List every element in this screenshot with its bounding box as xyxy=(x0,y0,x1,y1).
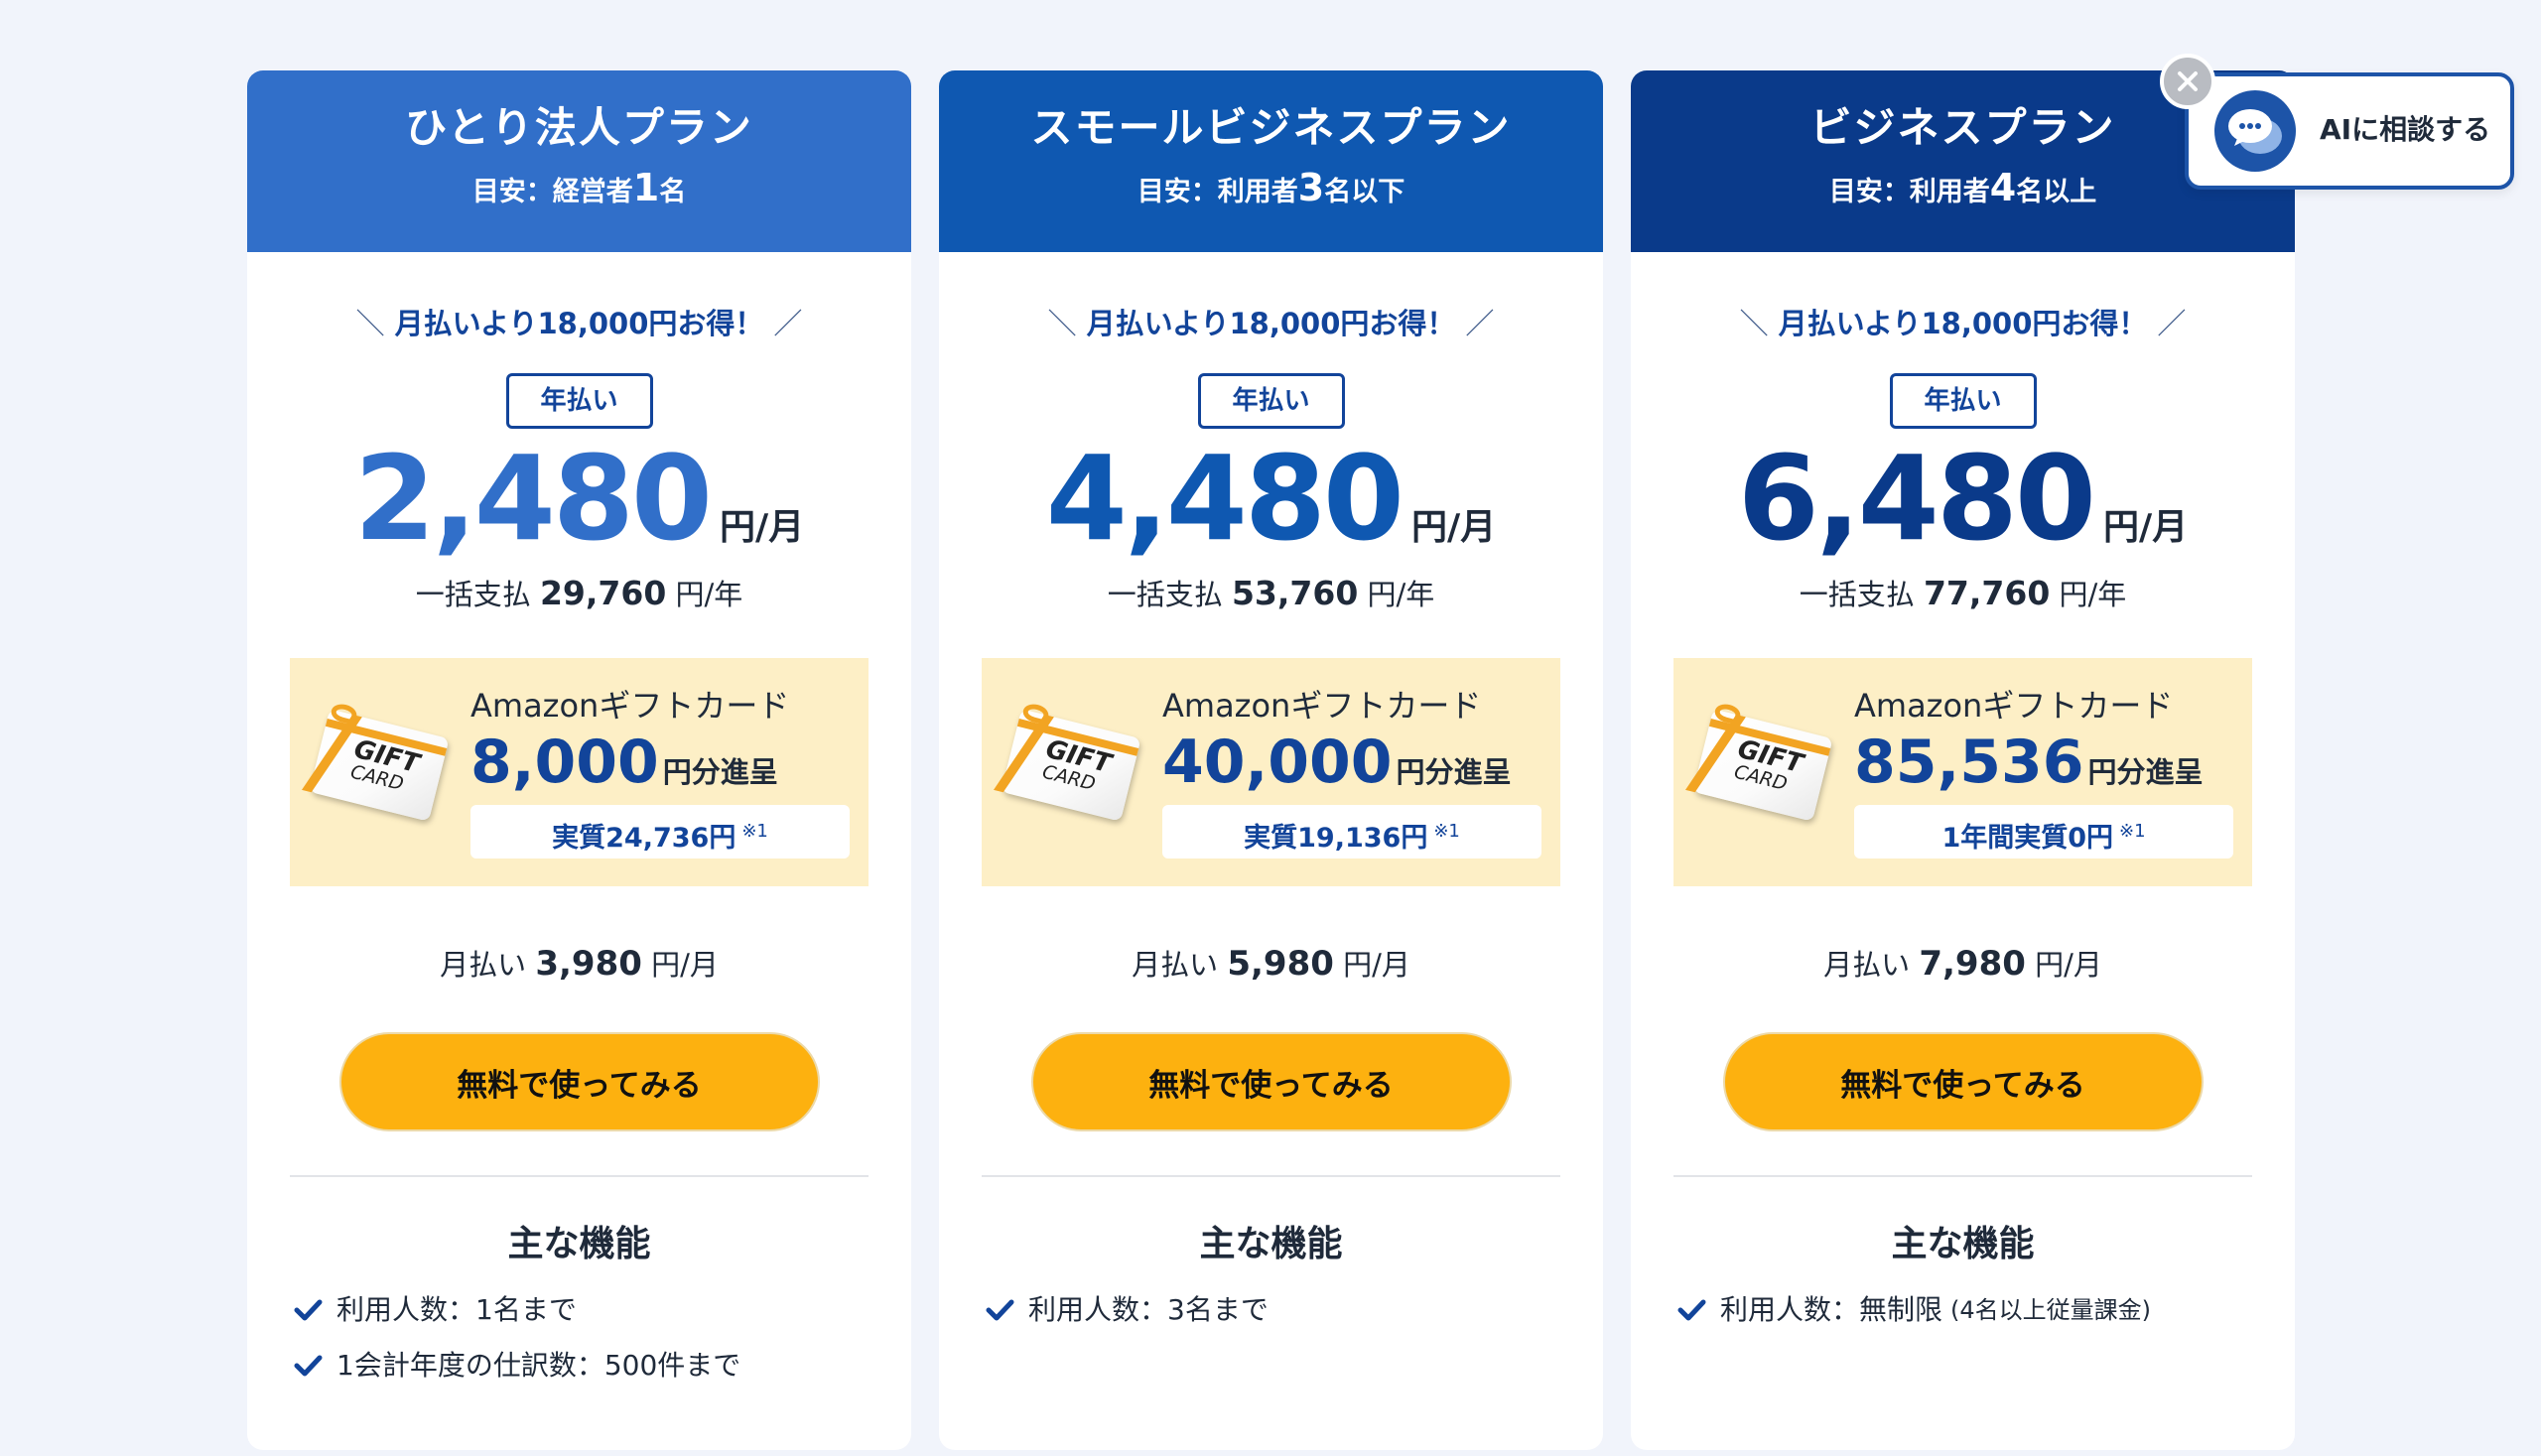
feature-list: 利用人数：1名まで 1会計年度の仕訳数：500件まで xyxy=(293,1282,911,1393)
feature-list: 利用人数：3名まで xyxy=(985,1282,1603,1338)
plan-card-business: ビジネスプラン 目安：利用者4名以上 ＼ 月払いより18,000円お得！／ 年払い… xyxy=(1631,70,2295,1450)
promo-text: ＼ 月払いより18,000円お得！／ xyxy=(355,307,803,340)
gift-amount: 40,000 xyxy=(1162,728,1393,797)
features-title: 主な機能 xyxy=(1891,1224,2035,1264)
gift-amount: 8,000 xyxy=(470,728,659,797)
chat-bubble-icon xyxy=(2214,90,2296,172)
price-row: 2,480 円/月 xyxy=(247,439,911,558)
plan-target: 目安：経営者1名 xyxy=(471,166,687,209)
price-unit: 円/月 xyxy=(1411,507,1497,548)
price-row: 6,480 円/月 xyxy=(1631,439,2295,558)
plan-target: 目安：利用者3名以下 xyxy=(1137,166,1405,209)
divider xyxy=(1673,1175,2252,1177)
gift-title: Amazonギフトカード xyxy=(470,687,790,725)
price-unit: 円/月 xyxy=(720,507,805,548)
price: 2,480 xyxy=(353,430,713,567)
plan-body: ＼ 月払いより18,000円お得！／ 年払い 2,480 円/月 一括支払 29,… xyxy=(247,304,911,1393)
lump-sum: 一括支払 77,760 円/年 xyxy=(1799,574,2127,612)
gift-amount-row: 85,536 円分進呈 xyxy=(1854,728,2204,797)
gift-offer: GIFT CARD Amazonギフトカード 85,536 円分進呈 1年間実質… xyxy=(1673,658,2252,886)
plan-body: ＼ 月払いより18,000円お得！／ 年払い 4,480 円/月 一括支払 53,… xyxy=(939,304,1603,1338)
check-icon xyxy=(294,1299,323,1321)
close-icon[interactable] xyxy=(2160,54,2215,109)
gift-title: Amazonギフトカード xyxy=(1162,687,1482,725)
gift-offer: GIFT CARD Amazonギフトカード 40,000 円分進呈 実質19,… xyxy=(982,658,1560,886)
feature-item: 1会計年度の仕訳数：500件まで xyxy=(293,1338,911,1393)
plan-card-small-business: スモールビジネスプラン 目安：利用者3名以下 ＼ 月払いより18,000円お得！／… xyxy=(939,70,1603,1450)
billing-badge: 年払い xyxy=(1197,373,1345,429)
check-icon xyxy=(986,1299,1014,1321)
gift-title: Amazonギフトカード xyxy=(1854,687,2174,725)
check-icon xyxy=(294,1355,323,1377)
plan-card-solo: ひとり法人プラン 目安：経営者1名 ＼ 月払いより18,000円お得！／ 年払い … xyxy=(247,70,911,1450)
gift-amount: 85,536 xyxy=(1854,728,2084,797)
billing-badge: 年払い xyxy=(1889,373,2037,429)
price-row: 4,480 円/月 xyxy=(939,439,1603,558)
gift-card-icon: GIFT CARD xyxy=(1685,701,1833,822)
gift-offer: GIFT CARD Amazonギフトカード 8,000 円分進呈 実質24,7… xyxy=(290,658,869,886)
divider xyxy=(290,1175,869,1177)
try-free-button[interactable]: 無料で使ってみる xyxy=(338,1032,820,1131)
ai-chat-widget[interactable]: AIに相談する xyxy=(2185,72,2514,190)
check-icon xyxy=(1677,1299,1706,1321)
price: 6,480 xyxy=(1737,430,2096,567)
plan-name: ひとり法人プラン xyxy=(405,103,753,152)
promo-text: ＼ 月払いより18,000円お得！／ xyxy=(1739,307,2187,340)
price: 4,480 xyxy=(1045,430,1404,567)
gift-card-icon: GIFT CARD xyxy=(302,701,450,822)
plan-body: ＼ 月払いより18,000円お得！／ 年払い 6,480 円/月 一括支払 77,… xyxy=(1631,304,2295,1338)
try-free-button[interactable]: 無料で使ってみる xyxy=(1030,1032,1512,1131)
price-unit: 円/月 xyxy=(2103,507,2189,548)
gift-amount-row: 8,000 円分進呈 xyxy=(470,728,778,797)
chat-label: AIに相談する xyxy=(2320,113,2491,146)
plan-header: スモールビジネスプラン 目安：利用者3名以下 xyxy=(939,70,1603,252)
gift-note: 実質24,736円 ※1 xyxy=(470,805,850,859)
plan-header: ひとり法人プラン 目安：経営者1名 xyxy=(247,70,911,252)
lump-sum: 一括支払 53,760 円/年 xyxy=(1107,574,1435,612)
lump-sum: 一括支払 29,760 円/年 xyxy=(415,574,743,612)
monthly-price: 月払い 3,980 円/月 xyxy=(440,944,719,984)
gift-amount-row: 40,000 円分進呈 xyxy=(1162,728,1512,797)
pricing-plans: ひとり法人プラン 目安：経営者1名 ＼ 月払いより18,000円お得！／ 年払い … xyxy=(247,70,2295,1450)
gift-note: 1年間実質0円 ※1 xyxy=(1854,805,2233,859)
features-title: 主な機能 xyxy=(1199,1224,1343,1264)
features-title: 主な機能 xyxy=(507,1224,651,1264)
billing-badge: 年払い xyxy=(505,373,653,429)
feature-item: 利用人数：1名まで xyxy=(293,1282,911,1338)
feature-item: 利用人数：3名まで xyxy=(985,1282,1603,1338)
gift-card-icon: GIFT CARD xyxy=(994,701,1141,822)
monthly-price: 月払い 5,980 円/月 xyxy=(1132,944,1410,984)
plan-name: スモールビジネスプラン xyxy=(1030,103,1512,152)
divider xyxy=(982,1175,1560,1177)
monthly-price: 月払い 7,980 円/月 xyxy=(1823,944,2102,984)
promo-text: ＼ 月払いより18,000円お得！／ xyxy=(1047,307,1495,340)
feature-item: 利用人数：無制限 (4名以上従量課金) xyxy=(1676,1282,2295,1338)
feature-list: 利用人数：無制限 (4名以上従量課金) xyxy=(1676,1282,2295,1338)
try-free-button[interactable]: 無料で使ってみる xyxy=(1722,1032,2204,1131)
gift-note: 実質19,136円 ※1 xyxy=(1162,805,1541,859)
